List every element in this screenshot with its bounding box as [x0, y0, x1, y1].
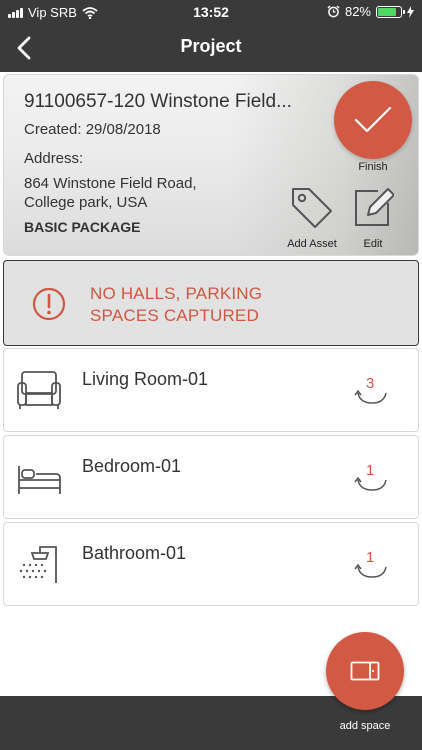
alert-icon — [32, 287, 66, 321]
warning-line-1: NO HALLS, PARKING — [90, 284, 263, 303]
space-row-bedroom[interactable]: Bedroom-01 1 — [3, 435, 419, 519]
package-name: BASIC PACKAGE — [24, 219, 141, 235]
warning-banner: NO HALLS, PARKING SPACES CAPTURED — [3, 260, 419, 346]
nav-bar: Project — [0, 24, 422, 72]
project-card: 91100657-120 Winstone Field... Created: … — [3, 74, 419, 256]
refresh-arc-icon — [354, 389, 387, 404]
finish-button[interactable] — [334, 81, 412, 159]
add-asset-label: Add Asset — [287, 238, 337, 250]
address-line-2: College park, USA — [24, 194, 148, 211]
space-row-bathroom[interactable]: Bathroom-01 1 — [3, 522, 419, 606]
warning-line-2: SPACES CAPTURED — [90, 306, 259, 325]
refresh-arc-icon — [354, 563, 387, 578]
bed-icon — [18, 466, 61, 494]
battery-fill — [378, 7, 397, 16]
armchair-icon — [17, 371, 61, 409]
finish-label: Finish — [358, 161, 388, 173]
tag-icon — [292, 188, 332, 228]
page-title: Project — [180, 36, 242, 56]
shower-icon — [19, 546, 57, 583]
project-created-date: Created: 29/08/2018 — [24, 121, 161, 138]
space-count: 1 — [354, 547, 390, 581]
add-asset-button[interactable]: Add Asset — [282, 185, 342, 250]
space-count: 3 — [354, 373, 390, 407]
space-row-living-room[interactable]: Living Room-01 3 — [3, 348, 419, 432]
edit-label: Edit — [363, 238, 383, 250]
space-name: Living Room-01 — [82, 369, 209, 389]
add-space-icon — [350, 661, 380, 681]
status-right: 82% — [327, 4, 414, 19]
alarm-icon — [327, 5, 340, 18]
space-count: 1 — [354, 460, 390, 494]
status-bar: Vip SRB 13:52 82% — [0, 0, 422, 24]
edit-button[interactable]: Edit — [350, 185, 396, 250]
space-name: Bathroom-01 — [82, 543, 187, 563]
charging-icon — [407, 5, 414, 18]
address-line-1: 864 Winstone Field Road, — [24, 175, 197, 192]
add-space-button[interactable] — [326, 632, 404, 710]
add-space-label: add space — [339, 720, 391, 732]
space-name: Bedroom-01 — [82, 456, 182, 476]
address-label: Address: — [24, 150, 84, 167]
battery-icon — [376, 5, 405, 18]
battery-percent: 82% — [344, 4, 371, 19]
warning-text: NO HALLS, PARKING SPACES CAPTURED — [90, 283, 262, 327]
project-name: 91100657-120 Winstone Field... — [24, 91, 292, 112]
checkmark-icon — [354, 106, 392, 133]
refresh-arc-icon — [354, 476, 387, 491]
edit-icon — [355, 188, 395, 226]
